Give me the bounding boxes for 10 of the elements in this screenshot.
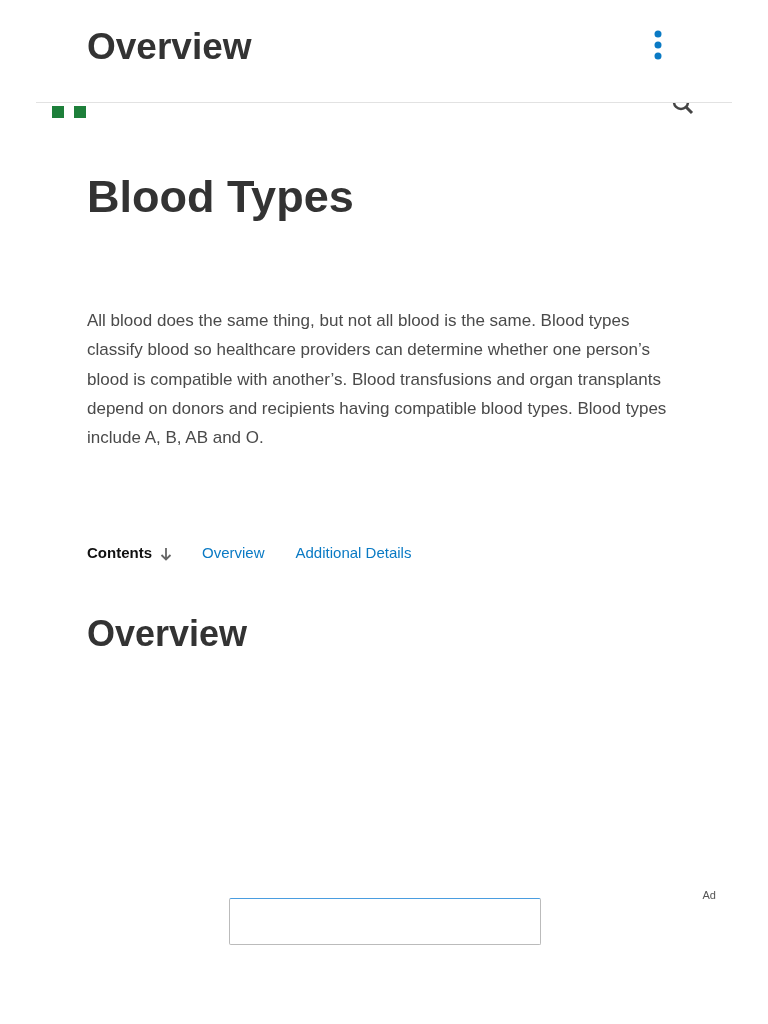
contents-link[interactable]: Overview — [202, 544, 265, 562]
page-title: Blood Types — [87, 170, 355, 224]
header-title: Overview — [87, 26, 252, 68]
summary-paragraph: All blood does the same thing, but not all blood is the same. Blood types classify blood so healthcare providers can determine whether one person’s blood is compatible with another’s. Blood transfusions and organ transplants depend on donors and recipients having compatible blood types. Blood types include A, B, AB and O. — [87, 310, 668, 450]
ad-label: Ad — [702, 889, 716, 902]
contents-label: Contents — [87, 544, 152, 562]
section-heading: Overview — [87, 613, 249, 656]
more-menu-icon[interactable] — [654, 30, 662, 60]
contents-link[interactable]: Additional Details — [295, 544, 412, 562]
down-arrow-icon — [160, 547, 172, 561]
